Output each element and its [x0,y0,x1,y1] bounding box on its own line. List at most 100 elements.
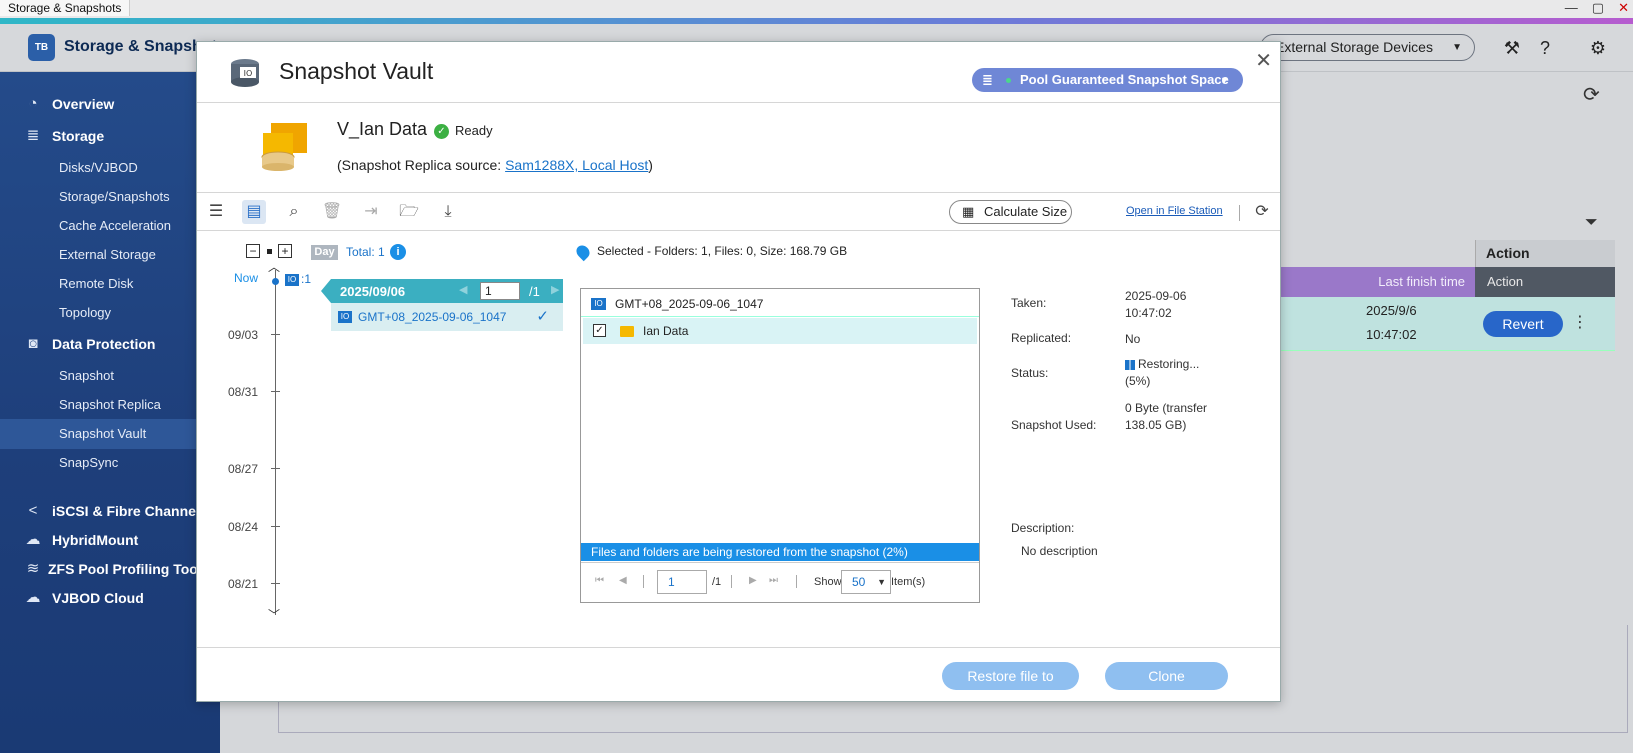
previous-page-icon[interactable]: ◀ [459,283,467,296]
sidebar-item-iscsi[interactable]: < iSCSI & Fibre Channel [0,496,220,526]
volume-name: V_Ian Data [337,119,428,139]
chevron-down-icon[interactable]: ﹀ [268,606,280,623]
selection-summary-text: Selected - Folders: 1, Files: 0, Size: 1… [597,244,848,258]
timeline-view-icon[interactable]: ▤ [242,200,266,224]
sidebar-item-label: Remote Disk [59,276,134,291]
progress-icon [1125,359,1135,370]
refresh-icon[interactable]: ⟳ [1250,200,1274,224]
last-page-icon[interactable]: ⏭ [769,575,778,586]
external-storage-select[interactable]: External Storage Devices ▼ [1260,34,1475,61]
sidebar-item-label: Storage/Snapshots [59,189,170,204]
revert-button[interactable]: Revert [1483,311,1563,337]
sidebar-item-overview[interactable]: ◔ Overview [0,89,220,119]
snapshot-item-name: GMT+08_2025-09-06_1047 [358,310,507,324]
snapshot-page-input[interactable]: 1 [480,282,520,300]
previous-page-icon[interactable]: ◀ [619,575,627,586]
folder-open-icon[interactable]: 🗁 [397,200,421,224]
search-icon[interactable]: ⌕ [282,200,306,224]
show-label: Show [814,576,842,588]
pager-divider [731,575,732,588]
database-icon: ≣ [982,72,993,87]
chevron-down-icon: ▼ [1220,75,1229,85]
sidebar-item-snapshot[interactable]: Snapshot [0,361,220,391]
minimize-button[interactable]: — [1565,0,1578,18]
share-icon: < [28,502,38,519]
status-dot [1006,78,1011,83]
collapse-icon[interactable]: − [246,244,260,258]
snapshot-day-card: 2025/09/06 ◀ 1 /1 ▶ IO GMT+08_2025-09-06… [321,279,563,331]
timeline-date: 08/27 [227,462,258,476]
status-value: Restoring... (5%) [1125,356,1225,390]
sidebar-item-topology[interactable]: Topology [0,298,220,328]
checkbox[interactable]: ✓ [593,324,606,337]
timeline-total: Total: 1 [346,245,385,259]
more-options-icon[interactable]: ⋮ [1572,312,1588,332]
snapshot-vault-icon: IO [231,59,259,87]
dialog-footer: Restore file to Clone [197,647,1280,702]
sidebar-item-label: Cache Acceleration [59,218,172,233]
close-window-button[interactable]: ✕ [1618,0,1629,18]
checkmark-icon: ✓ [536,308,549,325]
next-page-icon[interactable]: ▶ [551,283,559,296]
restore-file-to-button[interactable]: Restore file to [942,662,1079,690]
pool-guaranteed-space-button[interactable]: ≣ Pool Guaranteed Snapshot Space ▼ [972,68,1243,92]
toolbar-divider [1239,205,1240,221]
chevron-up-icon[interactable]: ︿ [268,258,280,275]
snapshot-item[interactable]: IO GMT+08_2025-09-06_1047 ✓ [331,303,563,331]
sidebar-item-snapshot-replica[interactable]: Snapshot Replica [0,390,220,420]
snapshot-used-label: Snapshot Used: [1011,418,1097,432]
sidebar-item-data-protection[interactable]: ◙ Data Protection [0,329,220,359]
sidebar-item-vjbod-cloud[interactable]: ☁ VJBOD Cloud [0,583,220,613]
sidebar-item-storage[interactable]: ≣ Storage [0,121,220,151]
cloud-icon: ☁ [25,531,41,548]
sidebar-item-zfs-pool-profiling[interactable]: ≋ ZFS Pool Profiling Tool [0,554,220,584]
sidebar-item-label: Topology [59,305,112,320]
items-per-page-select[interactable]: 50 ▼ [841,570,891,594]
info-icon[interactable]: i [390,244,406,260]
dialog-toolbar: ☰ ▤ ⌕ 🗑 ⇥ 🗁 ⤓ ▦ Calculate Size Open in F… [197,193,1280,231]
timeline-snapshot-marker[interactable]: IO:1 [285,272,311,286]
day-badge[interactable]: Day [311,245,338,260]
download-icon[interactable]: ⤓ [436,200,460,224]
items-per-page-value: 50 [852,575,866,589]
open-in-file-station-link[interactable]: Open in File Station [1126,205,1223,217]
snapshot-used-value: 0 Byte (transfer 138.05 GB) [1125,401,1208,432]
list-view-icon[interactable]: ☰ [204,200,228,224]
tools-icon[interactable]: ⚒ [1500,36,1524,60]
next-page-icon[interactable]: ▶ [749,575,757,586]
sidebar-item-cache-acceleration[interactable]: Cache Acceleration [0,211,220,241]
sidebar-item-remote-disk[interactable]: Remote Disk [0,269,220,299]
maximize-button[interactable]: ▢ [1592,0,1604,18]
calculate-size-button[interactable]: ▦ Calculate Size [949,200,1072,224]
file-panel-snapshot-name: GMT+08_2025-09-06_1047 [615,297,764,311]
clone-button[interactable]: Clone [1105,662,1228,690]
expand-icon[interactable]: + [278,244,292,258]
export-icon[interactable]: ⇥ [359,200,383,224]
sidebar-item-storage-snapshots[interactable]: Storage/Snapshots [0,182,220,212]
source-link[interactable]: Sam1288X, Local Host [505,157,648,173]
timeline-date: 08/24 [227,520,258,534]
sidebar-item-snapsync[interactable]: SnapSync [0,448,220,478]
external-storage-select-label: External Storage Devices [1275,39,1433,55]
replicated-label: Replicated: [1011,331,1072,345]
delete-icon[interactable]: 🗑 [320,200,344,224]
filter-icon[interactable]: ⏷ [1585,214,1598,232]
sidebar-item-hybridmount[interactable]: ☁ HybridMount [0,525,220,555]
timeline-tick [271,526,280,527]
zoom-dot-icon [267,249,272,254]
sidebar-item-label: ZFS Pool Profiling Tool [48,561,202,577]
list-item[interactable]: ✓ Ian Data [583,318,977,344]
sidebar-item-snapshot-vault[interactable]: Snapshot Vault [0,419,220,449]
sidebar-item-external-storage[interactable]: External Storage [0,240,220,270]
status-label: Status: [1011,366,1049,380]
close-icon[interactable]: ✕ [1255,48,1272,73]
help-icon[interactable]: ? [1533,36,1557,60]
volume-info: V_Ian Data ✓ Ready (Snapshot Replica sou… [197,103,1280,193]
svg-text:IO: IO [244,69,253,78]
first-page-icon[interactable]: ⏮ [595,575,604,586]
refresh-icon[interactable]: ⟳ [1583,82,1600,107]
gear-icon[interactable]: ⚙ [1586,36,1610,60]
page-number-input[interactable]: 1 [657,570,707,594]
sidebar-item-disks-vjbod[interactable]: Disks/VJBOD [0,153,220,183]
taken-value: 2025-09-06 10:47:02 [1125,289,1187,320]
